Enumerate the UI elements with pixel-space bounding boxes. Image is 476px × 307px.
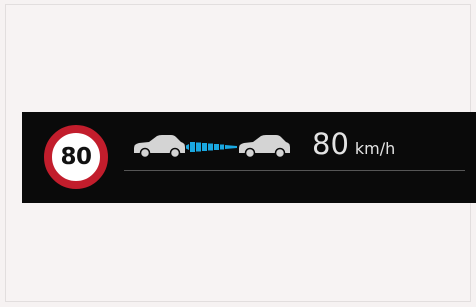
rear-car-icon bbox=[134, 135, 185, 159]
speed-limit-sign-icon: 80 bbox=[44, 125, 108, 189]
following-distance-icon bbox=[186, 142, 237, 152]
set-speed-value: 80 bbox=[312, 127, 349, 161]
driver-display-panel: 80 80 km/h bbox=[22, 112, 476, 203]
set-speed-readout: 80 km/h bbox=[312, 130, 395, 164]
set-speed-unit: km/h bbox=[354, 139, 396, 158]
lead-car-icon bbox=[239, 135, 290, 159]
divider-line bbox=[124, 170, 465, 171]
speed-limit-value: 80 bbox=[60, 143, 92, 170]
